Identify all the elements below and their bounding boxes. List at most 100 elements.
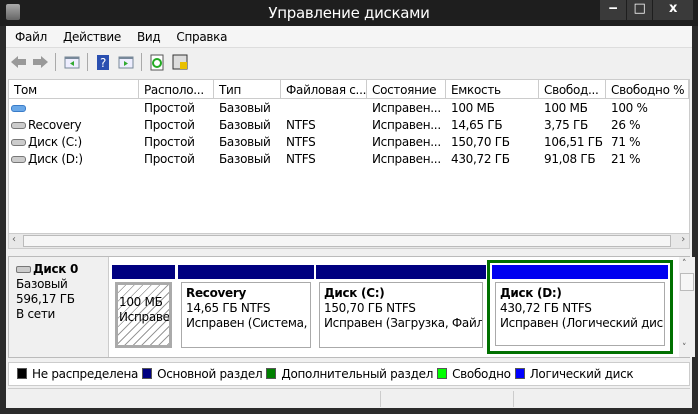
menu-file[interactable]: Файл xyxy=(6,26,54,44)
table-cell[interactable]: 100 МБ xyxy=(539,100,606,117)
cell-text: 91,08 ГБ xyxy=(544,152,596,166)
column-header-status[interactable]: Состояние xyxy=(367,80,446,99)
volume-name-cell[interactable]: Диск (C:) xyxy=(9,134,139,151)
cell-text: Исправен... xyxy=(372,135,441,149)
table-cell[interactable]: Простой xyxy=(139,100,214,117)
cell-text: Диск (D:) xyxy=(28,152,83,166)
minimize-button[interactable]: ‒ xyxy=(600,0,626,20)
help-icon[interactable]: ? xyxy=(94,53,112,71)
table-cell[interactable]: 100 МБ xyxy=(446,100,539,117)
vertical-scrollbar[interactable]: ˄ ˅ xyxy=(679,257,695,357)
cell-text: NTFS xyxy=(286,118,316,132)
column-header-free-percent[interactable]: Свободно % xyxy=(606,80,689,99)
volume-icon xyxy=(11,139,26,146)
table-cell[interactable]: 71 % xyxy=(606,134,689,151)
maximize-button[interactable]: □ xyxy=(627,0,652,20)
table-cell[interactable]: 3,75 ГБ xyxy=(539,117,606,134)
table-cell[interactable]: 106,51 ГБ xyxy=(539,134,606,151)
cell-text: Простой xyxy=(144,152,195,166)
table-cell[interactable]: 150,70 ГБ xyxy=(446,134,539,151)
legend-swatch xyxy=(514,368,525,379)
back-icon[interactable] xyxy=(10,53,28,71)
cell-text: NTFS xyxy=(286,152,316,166)
column-header-volume[interactable]: Том xyxy=(9,80,139,99)
horizontal-scrollbar[interactable]: ‹ › xyxy=(8,233,690,249)
close-button[interactable]: x xyxy=(653,0,693,20)
partition-size: 14,65 ГБ NTFS xyxy=(186,301,271,315)
table-cell[interactable]: NTFS xyxy=(281,117,367,134)
cell-text: Простой xyxy=(144,118,195,132)
menu-view[interactable]: Вид xyxy=(128,26,167,44)
cell-text: 150,70 ГБ xyxy=(451,135,510,149)
table-cell[interactable]: Исправен... xyxy=(367,100,446,117)
column-header-layout[interactable]: Располо... xyxy=(139,80,214,99)
table-cell[interactable]: 26 % xyxy=(606,117,689,134)
legend-swatch xyxy=(266,368,277,379)
cell-text: Исправен... xyxy=(372,118,441,132)
table-cell[interactable]: 14,65 ГБ xyxy=(446,117,539,134)
table-cell[interactable]: NTFS xyxy=(281,134,367,151)
column-header-filesystem[interactable]: Файловая с... xyxy=(281,80,367,99)
cell-text: Простой xyxy=(144,101,195,115)
partition-recovery[interactable]: Recovery 14,65 ГБ NTFS Исправен (Система, … xyxy=(178,265,314,351)
column-header-capacity[interactable]: Емкость xyxy=(446,80,539,99)
column-header-free[interactable]: Свобод... xyxy=(539,80,606,99)
table-cell[interactable]: Базовый xyxy=(214,134,281,151)
partition-d[interactable]: Диск (D:) 430,72 ГБ NTFS Исправен (Логичес… xyxy=(492,265,668,349)
disk-name: Диск 0 xyxy=(33,262,79,276)
partition-size: 150,70 ГБ NTFS xyxy=(324,301,416,315)
table-cell[interactable]: NTFS xyxy=(281,151,367,168)
cell-text: Базовый xyxy=(219,152,271,166)
legend-label: Не распределена xyxy=(32,367,139,381)
volume-name-cell[interactable]: Диск (D:) xyxy=(9,151,139,168)
cell-text: 430,72 ГБ xyxy=(451,152,510,166)
show-hide-action-pane-icon[interactable] xyxy=(117,53,135,71)
table-cell[interactable]: 21 % xyxy=(606,151,689,168)
volume-name-cell[interactable]: Recovery xyxy=(9,117,139,134)
extended-partition[interactable]: Диск (D:) 430,72 ГБ NTFS Исправен (Логичес… xyxy=(487,260,673,354)
cell-text: Диск (C:) xyxy=(28,135,82,149)
legend-label: Основной раздел xyxy=(157,367,263,381)
partition-c[interactable]: Диск (C:) 150,70 ГБ NTFS Исправен (Загрузк… xyxy=(316,265,486,351)
show-hide-tree-icon[interactable] xyxy=(63,53,81,71)
toolbar-separator xyxy=(87,53,88,71)
table-cell[interactable]: Базовый xyxy=(214,100,281,117)
menu-action[interactable]: Действие xyxy=(54,26,128,44)
partition-status: Исправен (Загрузка, Файл п xyxy=(324,316,483,330)
partition-status: Исправен (Логический диск) xyxy=(500,316,665,330)
table-cell[interactable]: 91,08 ГБ xyxy=(539,151,606,168)
disk-type: Базовый xyxy=(16,277,68,291)
legend: Не распределена Основной раздел Дополнител… xyxy=(8,362,690,386)
partition-size: 100 МБ xyxy=(119,295,163,309)
disk-0-label[interactable]: Диск 0 Базовый 596,17 ГБ В сети xyxy=(9,257,109,357)
table-cell[interactable]: 100 % xyxy=(606,100,689,117)
cell-text: Исправен... xyxy=(372,152,441,166)
refresh-icon[interactable] xyxy=(148,53,166,71)
cell-text: 100 МБ xyxy=(451,101,495,115)
legend-label: Свободно xyxy=(452,367,511,381)
table-cell[interactable]: Простой xyxy=(139,117,214,134)
properties-icon[interactable] xyxy=(171,53,189,71)
legend-swatch xyxy=(17,368,27,379)
cell-text: 100 МБ xyxy=(544,101,588,115)
partition-system-reserved[interactable]: 100 МБ Исправен xyxy=(112,265,175,351)
volume-name-cell[interactable] xyxy=(9,100,139,117)
table-cell[interactable]: Простой xyxy=(139,134,214,151)
forward-icon[interactable] xyxy=(31,53,49,71)
table-cell[interactable]: Простой xyxy=(139,151,214,168)
volume-list: Том Располо... Тип Файловая с... Состоян… xyxy=(8,79,690,249)
table-cell[interactable]: Базовый xyxy=(214,151,281,168)
table-cell[interactable]: Исправен... xyxy=(367,134,446,151)
cell-text: Базовый xyxy=(219,101,271,115)
volume-icon xyxy=(11,156,26,163)
table-cell[interactable]: Исправен... xyxy=(367,117,446,134)
table-cell[interactable]: Базовый xyxy=(214,117,281,134)
column-header-type[interactable]: Тип xyxy=(214,80,281,99)
volume-icon xyxy=(11,105,26,112)
table-cell[interactable] xyxy=(281,100,367,117)
table-cell[interactable]: Исправен... xyxy=(367,151,446,168)
table-cell[interactable]: 430,72 ГБ xyxy=(446,151,539,168)
toolbar-separator xyxy=(141,53,142,71)
partition-title: Диск (C:) xyxy=(324,286,385,300)
menu-help[interactable]: Справка xyxy=(167,26,234,44)
